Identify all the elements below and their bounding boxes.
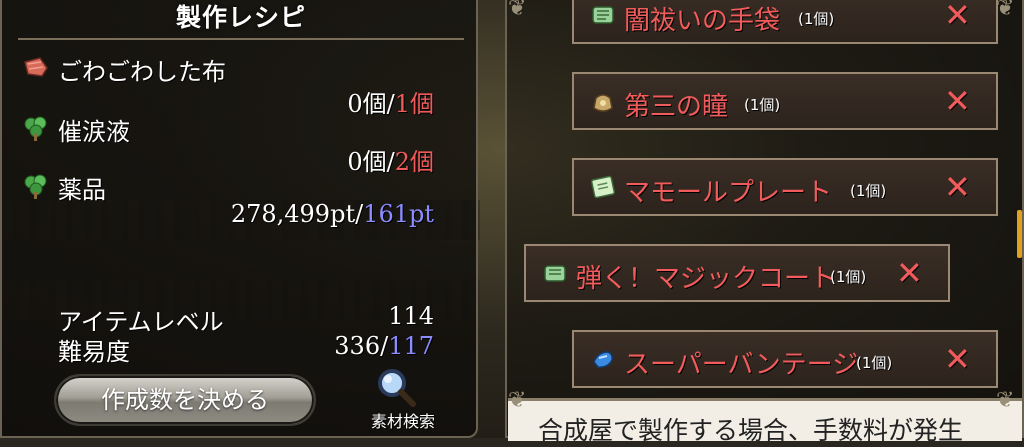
list-item[interactable]: 弾く！マジックコート (1個) ✕ — [524, 244, 950, 302]
herb-icon — [24, 116, 47, 141]
difficulty-value: 336/117 — [334, 332, 434, 360]
remove-icon[interactable]: ✕ — [896, 254, 923, 292]
item-name: マモールプレート — [624, 178, 833, 208]
item-level-value: 114 — [388, 302, 434, 330]
list-item[interactable]: 闇祓いの手袋 (1個) ✕ — [572, 0, 998, 44]
ingredient-name: 催涙液 — [58, 118, 130, 146]
ingredient-name: 薬品 — [58, 176, 106, 204]
list-item[interactable]: マモールプレート (1個) ✕ — [572, 158, 998, 216]
list-item[interactable]: 第三の瞳 (1個) ✕ — [572, 72, 998, 130]
message-text: 合成屋で製作する場合、手数料が発生 — [538, 416, 964, 445]
ornament-icon: ❦ — [996, 388, 1015, 413]
message-box: 合成屋で製作する場合、手数料が発生 — [508, 398, 1022, 445]
item-name: 闇祓いの手袋 — [624, 6, 781, 36]
ornament-icon: ❦ — [508, 0, 527, 21]
ingredient-count: 0個/2個 — [347, 148, 434, 176]
difficulty-label: 難易度 — [58, 338, 130, 366]
ornament-icon: ❦ — [508, 388, 527, 413]
coat-icon — [544, 265, 566, 282]
remove-icon[interactable]: ✕ — [944, 82, 971, 120]
item-quantity: (1個) — [744, 96, 781, 114]
item-name: 弾く！マジックコート — [576, 264, 837, 294]
list-item[interactable]: スーパーバンテージ (1個) ✕ — [572, 330, 998, 388]
bandage-icon — [593, 351, 613, 368]
item-quantity: (1個) — [856, 354, 893, 372]
material-search-label: 素材検索 — [370, 412, 435, 431]
item-quantity: (1個) — [798, 10, 835, 28]
gloves-icon — [592, 6, 614, 24]
remove-icon[interactable]: ✕ — [944, 340, 971, 378]
remove-icon[interactable]: ✕ — [944, 0, 971, 34]
remove-icon[interactable]: ✕ — [944, 168, 971, 206]
ornament-icon: ❦ — [996, 0, 1015, 21]
ingredient-name: ごわごわした布 — [58, 58, 226, 86]
scroll-icon — [590, 175, 616, 199]
make-quantity-button[interactable]: 作成数を決める — [54, 374, 316, 426]
magnifier-icon — [378, 369, 416, 407]
item-quantity: (1個) — [850, 182, 887, 200]
item-name: スーパーバンテージ — [624, 350, 859, 380]
item-quantity: (1個) — [830, 268, 867, 286]
cloth-icon — [24, 57, 48, 77]
material-search-button[interactable]: 素材検索 — [348, 366, 458, 436]
herb-icon — [24, 174, 47, 199]
ingredient-count: 0個/1個 — [347, 90, 434, 118]
ingredient-count: 278,499pt/161pt — [230, 200, 434, 228]
panel-title: 製作レシピ — [175, 3, 306, 32]
recipe-panel: 製作レシピ ごわごわした布 0個/1個 催涙液 0個/2個 薬品 278,499… — [0, 0, 478, 438]
pouch-icon — [593, 94, 613, 112]
title-divider — [18, 38, 464, 40]
item-name: 第三の瞳 — [624, 92, 729, 122]
scrollbar-thumb[interactable] — [1017, 210, 1022, 258]
